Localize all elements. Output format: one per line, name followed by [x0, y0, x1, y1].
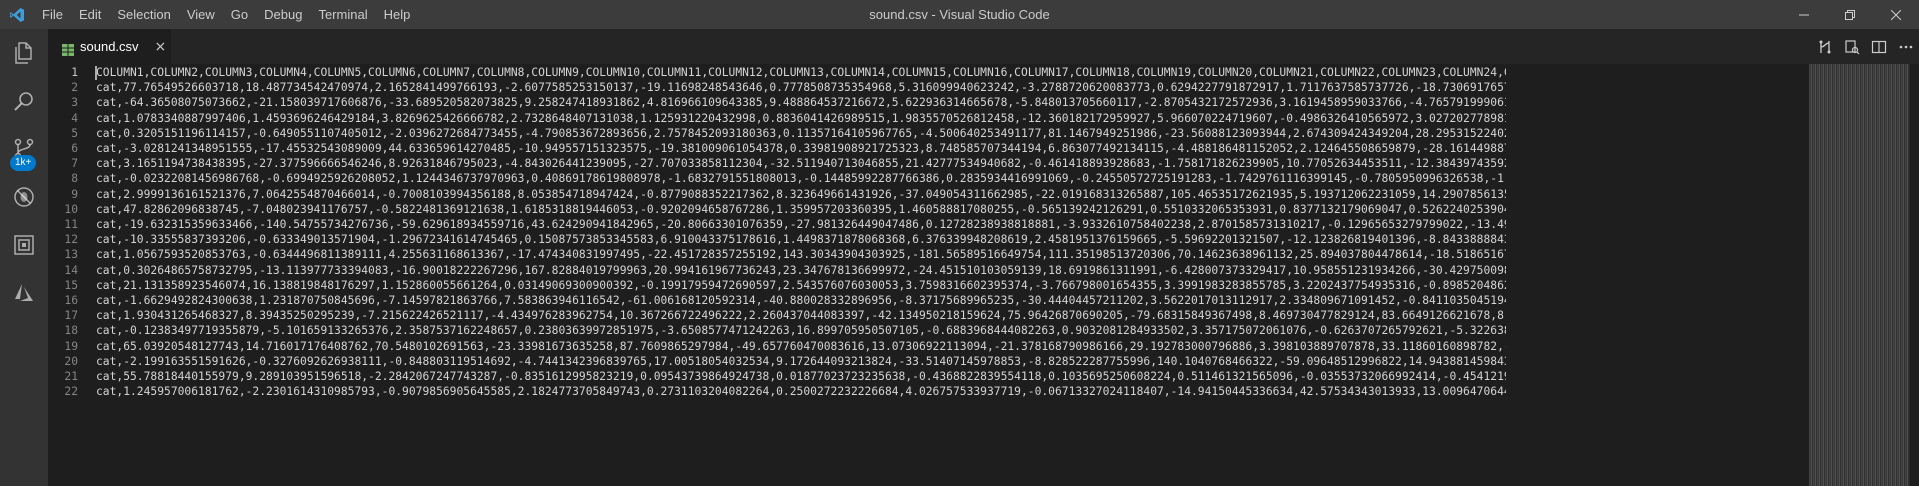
code-line[interactable]: cat,-19.632315359633466,-140.54755734276…	[96, 217, 1506, 232]
code-line[interactable]: cat,-64.36508075073662,-21.1580397176068…	[96, 95, 1506, 110]
line-number: 15	[64, 278, 78, 292]
title-bar: File Edit Selection View Go Debug Termin…	[0, 0, 1919, 29]
code-line[interactable]: cat,0.3205151196114157,-0.64905511074050…	[96, 126, 1506, 141]
extensions-icon	[14, 235, 34, 255]
line-number: 9	[71, 187, 78, 201]
activity-bar: 1k+	[0, 29, 48, 486]
tab-close-button[interactable]: ×	[155, 39, 167, 55]
split-editor-button[interactable]	[1865, 29, 1892, 64]
source-control-badge: 1k+	[10, 155, 37, 171]
more-actions-button[interactable]	[1892, 29, 1919, 64]
text-cursor	[95, 66, 97, 80]
close-window-button[interactable]	[1873, 0, 1919, 29]
code-line[interactable]: cat,77.76549526603718,18.487734542470974…	[96, 80, 1506, 95]
code-line[interactable]: cat,1.0567593520853763,-0.63444968113891…	[96, 247, 1506, 262]
code-area[interactable]: COLUMN1,COLUMN2,COLUMN3,COLUMN4,COLUMN5,…	[96, 64, 1506, 486]
menu-view[interactable]: View	[179, 0, 223, 29]
open-changes-button[interactable]	[1811, 29, 1838, 64]
close-icon	[1891, 9, 1901, 20]
code-line[interactable]: cat,-0.12383497719355879,-5.101659133265…	[96, 323, 1506, 338]
menu-selection[interactable]: Selection	[109, 0, 178, 29]
code-line[interactable]: cat,2.9999136161521376,7.064255487046601…	[96, 187, 1506, 202]
line-number: 20	[64, 354, 78, 368]
table-file-icon	[62, 41, 74, 56]
activity-source-control[interactable]: 1k+	[0, 125, 48, 173]
minimize-icon	[1799, 14, 1809, 15]
minimize-button[interactable]	[1781, 0, 1827, 29]
line-number: 1	[71, 66, 78, 79]
azure-icon	[15, 284, 33, 301]
line-number: 6	[71, 142, 78, 155]
vscode-logo-icon	[0, 0, 34, 29]
line-number: 19	[64, 339, 78, 353]
line-number: 3	[71, 96, 78, 110]
code-line[interactable]: cat,-3.0281241348951555,-17.455325430890…	[96, 141, 1506, 156]
line-number: 4	[71, 111, 78, 125]
code-line[interactable]: cat,55.78818440155979,9.289103951596518,…	[96, 369, 1506, 384]
code-line[interactable]: cat,65.03920548127743,14.716017176408762…	[96, 339, 1506, 354]
activity-extensions[interactable]	[0, 221, 48, 269]
menu-edit[interactable]: Edit	[71, 0, 109, 29]
open-preview-icon	[1844, 39, 1859, 54]
tab-label: sound.csv	[80, 39, 139, 54]
restore-button[interactable]	[1827, 0, 1873, 29]
open-changes-icon	[1819, 40, 1830, 53]
tab-bar: sound.csv ×	[48, 29, 1919, 64]
line-number: 7	[71, 157, 78, 171]
menu-bar: File Edit Selection View Go Debug Termin…	[34, 0, 418, 29]
line-number: 21	[64, 370, 78, 383]
line-number: 2	[71, 81, 78, 95]
activity-explorer[interactable]	[0, 29, 48, 77]
line-number-gutter: 1 2 3 4 5 6 7 8 9 10 11 12 13 14 15 16 17 18 19 20 21 22	[48, 64, 82, 486]
search-icon	[14, 92, 33, 111]
line-number: 10	[64, 202, 78, 216]
more-actions-icon	[1899, 45, 1912, 48]
menu-help[interactable]: Help	[376, 0, 419, 29]
debug-icon	[14, 187, 34, 207]
minimap-slider[interactable]	[1809, 64, 1909, 486]
code-line[interactable]: cat,21.131358923546074,16.13881984817629…	[96, 278, 1506, 293]
activity-azure[interactable]	[0, 269, 48, 317]
open-preview-button[interactable]	[1838, 29, 1865, 64]
code-line[interactable]: COLUMN1,COLUMN2,COLUMN3,COLUMN4,COLUMN5,…	[96, 65, 1506, 80]
line-number: 17	[64, 309, 78, 323]
code-line[interactable]: cat,1.245957006181762,-2.230161431098579…	[96, 384, 1506, 399]
line-number: 5	[71, 126, 78, 140]
tab-sound-csv[interactable]: sound.csv ×	[48, 29, 171, 64]
line-number: 12	[64, 233, 78, 247]
code-line[interactable]: cat,1.930431265468327,8.39435250295239,-…	[96, 308, 1506, 323]
line-number: 14	[64, 263, 78, 277]
window-controls	[1781, 0, 1919, 29]
code-line[interactable]: cat,-2.199163551591626,-0.32760926269381…	[96, 354, 1506, 369]
line-number: 13	[64, 248, 78, 262]
activity-debug[interactable]	[0, 173, 48, 221]
menu-go[interactable]: Go	[223, 0, 256, 29]
code-line[interactable]: cat,0.30264865758732795,-13.113977733394…	[96, 263, 1506, 278]
code-line[interactable]: cat,-1.6629492824300638,1.23187075084569…	[96, 293, 1506, 308]
vertical-scrollbar[interactable]	[1909, 64, 1919, 486]
code-line[interactable]: cat,3.1651194738438395,-27.3775966665462…	[96, 156, 1506, 171]
code-line[interactable]: cat,-10.33555837393206,-0.63334901357190…	[96, 232, 1506, 247]
activity-search[interactable]	[0, 77, 48, 125]
code-line[interactable]: cat,1.0783340887997406,1.459369624642918…	[96, 111, 1506, 126]
editor[interactable]: 1 2 3 4 5 6 7 8 9 10 11 12 13 14 15 16 17 18 19 20 21 22 COLU…	[48, 64, 1919, 486]
code-line[interactable]: cat,47.82862096838745,-7.048023941176757…	[96, 202, 1506, 217]
menu-terminal[interactable]: Terminal	[310, 0, 375, 29]
code-line[interactable]: cat,-0.02322081456986768,-0.699492592620…	[96, 171, 1506, 186]
line-number: 8	[71, 172, 78, 186]
menu-debug[interactable]: Debug	[256, 0, 310, 29]
line-number: 11	[64, 218, 78, 231]
restore-icon	[1845, 9, 1855, 20]
line-number: 22	[64, 385, 78, 399]
line-number: 16	[64, 294, 78, 307]
line-number: 18	[64, 324, 78, 338]
split-editor-icon	[1871, 40, 1886, 53]
explorer-icon	[15, 42, 32, 64]
menu-file[interactable]: File	[34, 0, 71, 29]
editor-actions	[1811, 29, 1919, 64]
